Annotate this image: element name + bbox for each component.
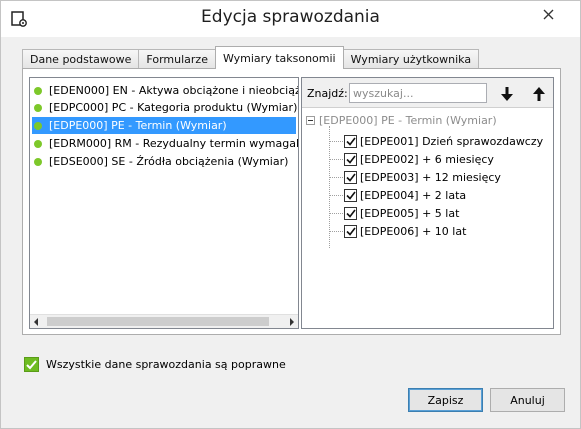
collapse-icon[interactable] bbox=[306, 116, 315, 125]
tree-item[interactable]: [EDPE006] + 10 lat bbox=[329, 222, 466, 240]
tab-formularze[interactable]: Formularze bbox=[138, 49, 216, 69]
tree-item-label: [EDPE005] + 5 lat bbox=[360, 206, 460, 220]
tab-strip: Dane podstawowe Formularze Wymiary takso… bbox=[22, 46, 480, 69]
tree-connector bbox=[329, 194, 343, 196]
close-button[interactable] bbox=[526, 3, 570, 25]
status-dot-icon bbox=[34, 121, 42, 130]
tree-connector bbox=[329, 212, 343, 214]
close-icon bbox=[543, 9, 553, 19]
dialog-title: Edycja sprawozdania bbox=[201, 7, 380, 27]
dialog-window: Edycja sprawozdania Dane podstawowe Form… bbox=[0, 0, 581, 429]
arrow-down-icon bbox=[501, 87, 513, 101]
tree-item-label: [EDPE003] + 12 miesięcy bbox=[360, 170, 501, 184]
checkmark-icon bbox=[345, 173, 356, 182]
checkmark-icon bbox=[345, 155, 356, 164]
checkmark-icon bbox=[345, 191, 356, 200]
tree-root[interactable]: [EDPE000] PE - Termin (Wymiar) bbox=[306, 114, 497, 127]
sort-up-button[interactable] bbox=[530, 85, 548, 103]
tree-connector bbox=[329, 140, 343, 142]
list-item[interactable]: [EDRM000] RM - Rezydualny termin wymagal… bbox=[32, 135, 299, 152]
list-item-label: [EDRM000] RM - Rezydualny termin wymagal… bbox=[49, 137, 299, 150]
status-dot-icon bbox=[34, 139, 42, 148]
tree-item-label: [EDPE002] + 6 miesięcy bbox=[360, 152, 494, 166]
scroll-right-icon[interactable] bbox=[290, 318, 294, 326]
checkmark-icon bbox=[345, 227, 356, 236]
checkbox[interactable] bbox=[344, 170, 357, 184]
checkbox[interactable] bbox=[344, 188, 357, 202]
horizontal-scrollbar[interactable] bbox=[30, 314, 298, 328]
title-bar: Edycja sprawozdania bbox=[1, 1, 580, 37]
list-item-label: [EDSE000] SE - Źródła obciążenia (Wymiar… bbox=[49, 155, 289, 168]
tree-item[interactable]: [EDPE003] + 12 miesięcy bbox=[329, 168, 501, 186]
tab-wymiary-taksonomii[interactable]: Wymiary taksonomii bbox=[214, 46, 344, 69]
save-button[interactable]: Zapisz bbox=[408, 388, 483, 412]
tree-connector bbox=[329, 176, 343, 178]
validation-status: Wszystkie dane sprawozdania są poprawne bbox=[24, 357, 286, 372]
list-item-selected[interactable]: [EDPE000] PE - Termin (Wymiar) bbox=[32, 117, 296, 134]
checkbox[interactable] bbox=[344, 224, 357, 238]
status-dot-icon bbox=[34, 157, 42, 166]
search-bar: Znajdź: bbox=[302, 78, 553, 108]
tree-item-label: [EDPE006] + 10 lat bbox=[360, 224, 467, 238]
scroll-left-icon[interactable] bbox=[34, 318, 38, 326]
list-item-label: [EDPC000] PC - Kategoria produktu (Wymia… bbox=[49, 101, 298, 114]
list-item[interactable]: [EDEN000] EN - Aktywa obciążone i nieobc… bbox=[32, 82, 299, 99]
search-input[interactable] bbox=[349, 83, 487, 103]
dimension-members-panel: Znajdź: [EDPE000] PE - Term bbox=[301, 77, 554, 329]
cancel-button[interactable]: Anuluj bbox=[490, 388, 565, 412]
list-item[interactable]: [EDSE000] SE - Źródła obciążenia (Wymiar… bbox=[32, 153, 298, 170]
tree-item-label: [EDPE001] Dzień sprawozdawczy bbox=[360, 134, 544, 148]
sort-down-button[interactable] bbox=[498, 85, 516, 103]
tree-item[interactable]: [EDPE001] Dzień sprawozdawczy bbox=[329, 132, 543, 150]
tree-item[interactable]: [EDPE004] + 2 lata bbox=[329, 186, 466, 204]
list-item[interactable]: [EDPC000] PC - Kategoria produktu (Wymia… bbox=[32, 99, 298, 116]
checkbox[interactable] bbox=[344, 206, 357, 220]
tab-wymiary-uzytkownika[interactable]: Wymiary użytkownika bbox=[342, 49, 480, 69]
tree-item[interactable]: [EDPE002] + 6 miesięcy bbox=[329, 150, 494, 168]
checkbox[interactable] bbox=[344, 134, 357, 148]
tree-connector bbox=[329, 158, 343, 160]
search-label: Znajdź: bbox=[307, 87, 348, 100]
list-item-label: [EDEN000] EN - Aktywa obciążone i nieobc… bbox=[49, 84, 299, 97]
tree-root-label: [EDPE000] PE - Termin (Wymiar) bbox=[319, 114, 497, 127]
scroll-thumb[interactable] bbox=[47, 317, 269, 326]
tree-connector bbox=[329, 230, 343, 232]
checkmark-icon bbox=[345, 137, 356, 146]
tree-item-label: [EDPE004] + 2 lata bbox=[360, 188, 467, 202]
arrow-up-icon bbox=[533, 87, 545, 101]
list-item-label: [EDPE000] PE - Termin (Wymiar) bbox=[49, 119, 227, 132]
validation-label: Wszystkie dane sprawozdania są poprawne bbox=[46, 358, 286, 371]
tab-panel: [EDEN000] EN - Aktywa obciążone i nieobc… bbox=[22, 68, 561, 335]
valid-check-icon bbox=[24, 357, 39, 372]
tree-item[interactable]: [EDPE005] + 5 lat bbox=[329, 204, 459, 222]
checkbox[interactable] bbox=[344, 152, 357, 166]
tab-dane-podstawowe[interactable]: Dane podstawowe bbox=[22, 49, 140, 69]
checkmark-icon bbox=[345, 209, 356, 218]
status-dot-icon bbox=[34, 86, 42, 95]
dimension-list[interactable]: [EDEN000] EN - Aktywa obciążone i nieobc… bbox=[29, 77, 299, 329]
status-dot-icon bbox=[34, 103, 42, 112]
